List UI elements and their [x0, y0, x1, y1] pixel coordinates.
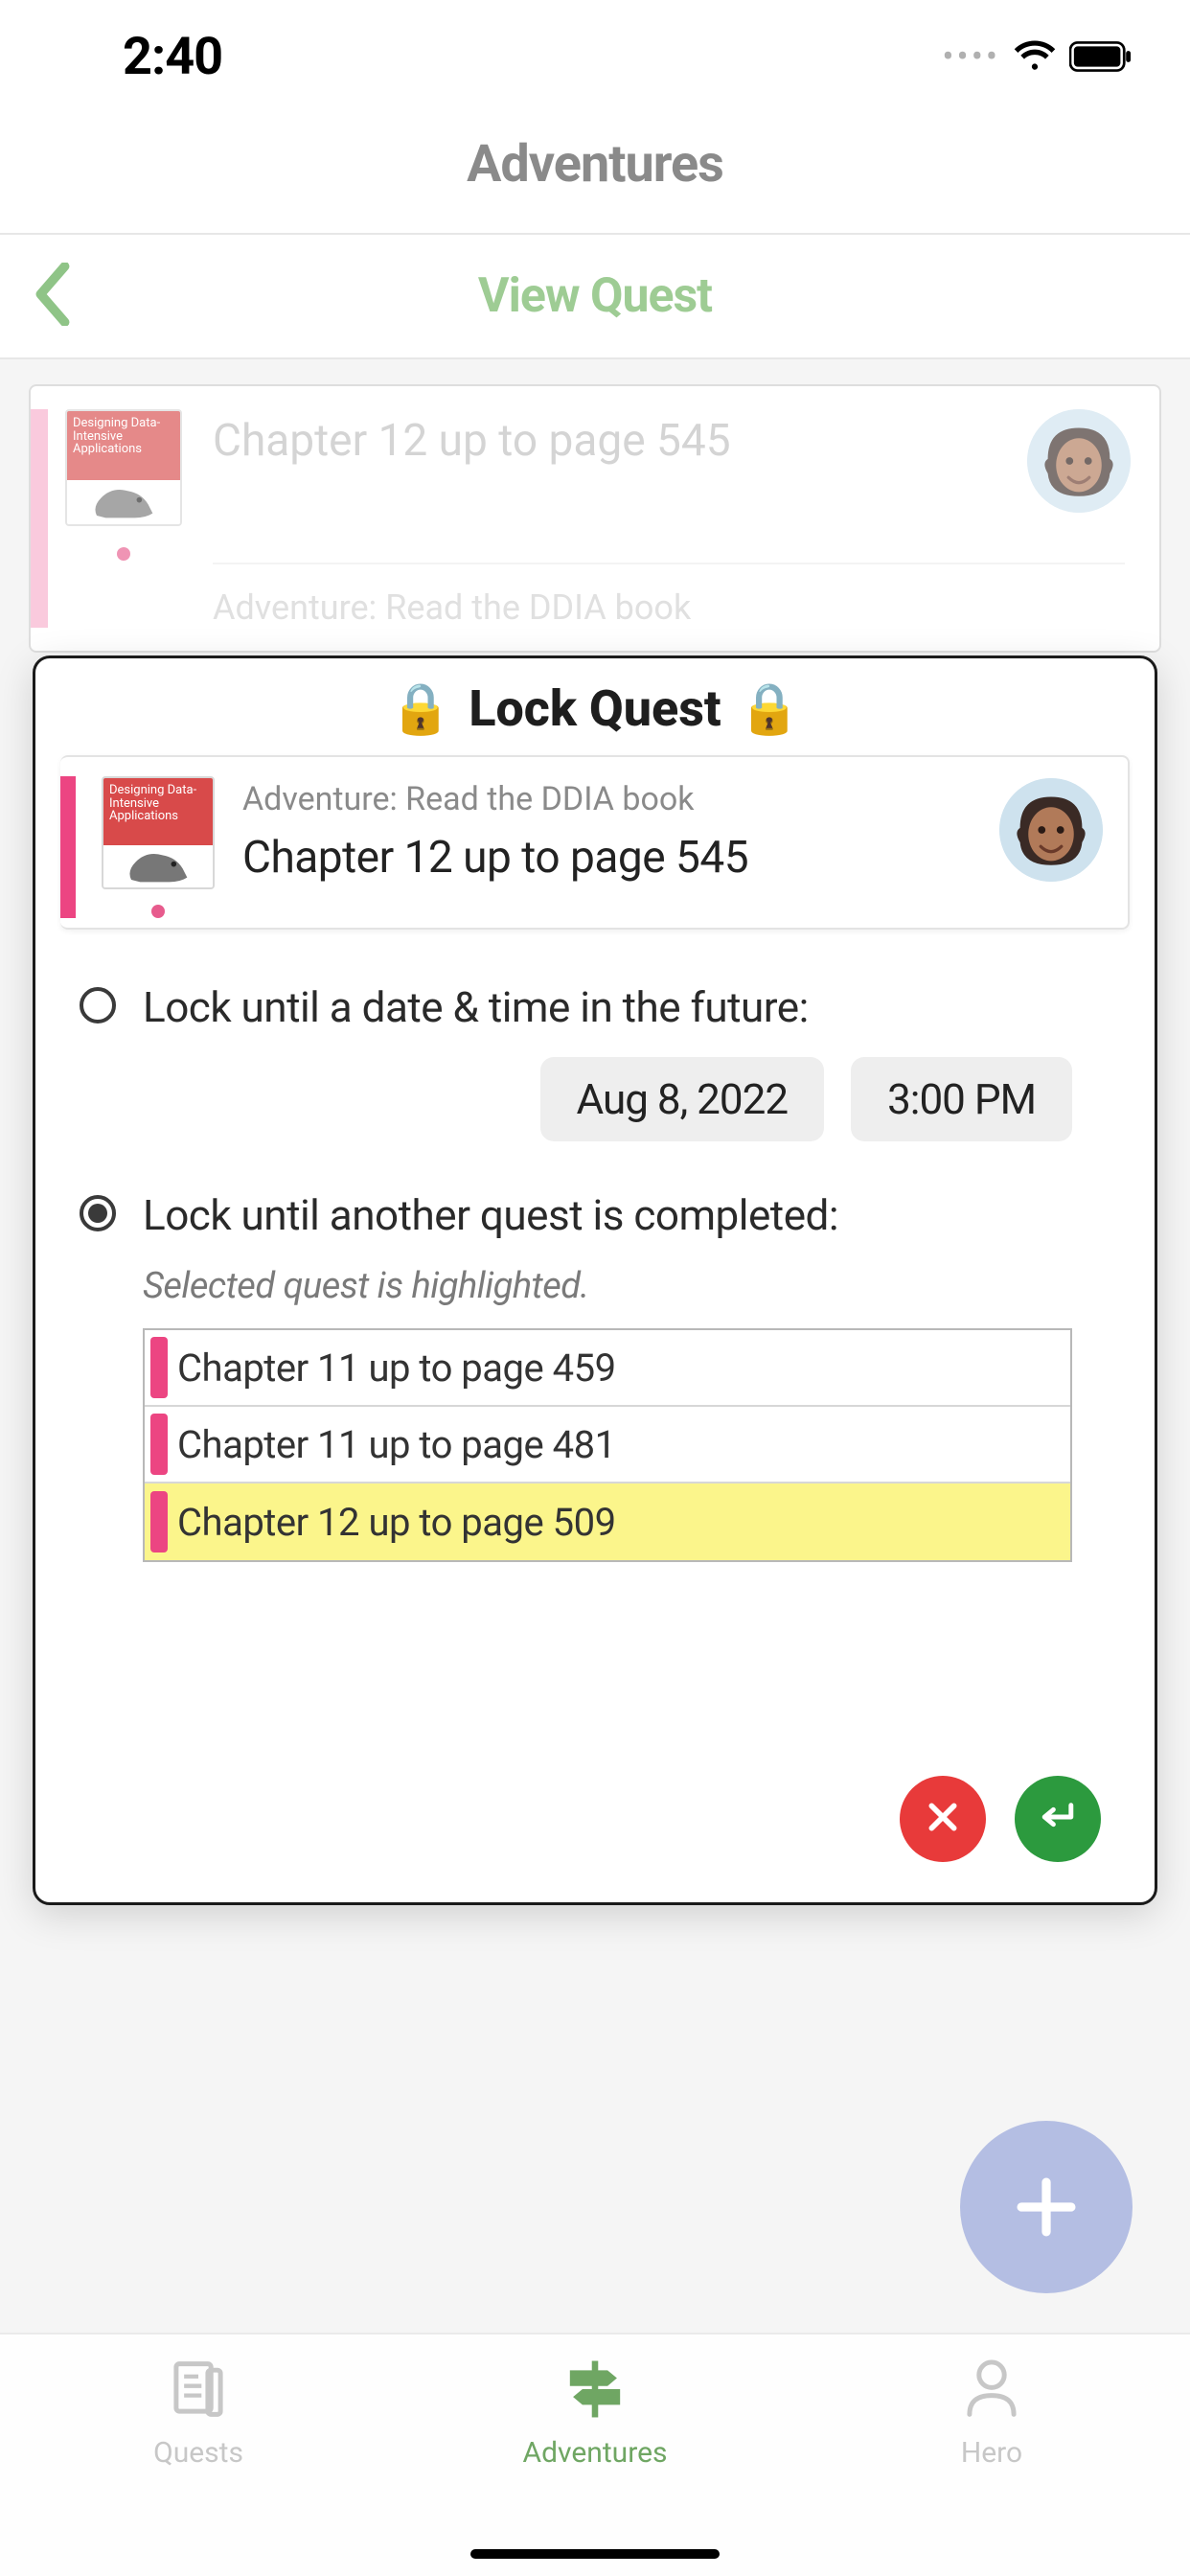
enter-arrow-icon: [1036, 1798, 1080, 1840]
tab-quests-label: Quests: [153, 2436, 243, 2470]
person-icon: [963, 2358, 1020, 2425]
item-label: Chapter 11 up to page 459: [177, 1346, 616, 1391]
status-time: 2:40: [123, 27, 222, 87]
quest-card-background: Designing Data-Intensive Applications Ch…: [29, 384, 1161, 653]
tab-bar: Quests Adventures Hero: [0, 2333, 1190, 2576]
quest-list-item-selected[interactable]: Chapter 12 up to page 509: [145, 1484, 1070, 1560]
option-quest-label: Lock until another quest is completed:: [143, 1189, 838, 1242]
quest-list-item[interactable]: Chapter 11 up to page 459: [145, 1330, 1070, 1407]
lock-icon: 🔒: [390, 679, 452, 738]
fab-add-button[interactable]: [960, 2121, 1133, 2293]
modal-card-subtitle: Adventure: Read the DDIA book: [242, 780, 1103, 818]
modal-card-title: Chapter 12 up to page 545: [242, 832, 1103, 884]
tab-quests[interactable]: Quests: [0, 2358, 397, 2576]
dot-indicator: [117, 547, 130, 561]
modal-title-row: 🔒 Lock Quest 🔒: [60, 679, 1130, 738]
option-lock-until-date[interactable]: Lock until a date & time in the future:: [80, 981, 1110, 1034]
tab-hero-label: Hero: [961, 2436, 1022, 2470]
document-icon: [167, 2358, 230, 2425]
option-date-label: Lock until a date & time in the future:: [143, 981, 809, 1034]
time-picker-button[interactable]: 3:00 PM: [851, 1057, 1072, 1141]
tab-adventures[interactable]: Adventures: [397, 2358, 793, 2576]
thumb-label: Designing Data-Intensive Applications: [103, 778, 213, 845]
quest-list-item[interactable]: Chapter 11 up to page 481: [145, 1407, 1070, 1484]
item-accent: [150, 1414, 168, 1475]
quest-title-bg: Chapter 12 up to page 545: [213, 415, 1125, 467]
item-label: Chapter 12 up to page 509: [177, 1500, 616, 1545]
signpost-icon: [561, 2358, 629, 2425]
item-label: Chapter 11 up to page 481: [177, 1422, 616, 1467]
wifi-icon: [1014, 40, 1056, 73]
quest-separator: [213, 563, 1125, 564]
dot-indicator: [151, 905, 165, 918]
modal-card-accent: [60, 776, 76, 918]
quest-thumb-col: Designing Data-Intensive Applications: [48, 409, 182, 628]
cellular-dots-icon: ••••: [942, 36, 1000, 77]
option-lock-until-quest[interactable]: Lock until another quest is completed:: [80, 1189, 1110, 1242]
lock-icon: 🔒: [739, 679, 801, 738]
option-quest-hint: Selected quest is highlighted.: [143, 1265, 1110, 1307]
item-accent: [150, 1337, 168, 1398]
back-icon[interactable]: [33, 263, 71, 330]
modal-quest-card: Designing Data-Intensive Applications Ad…: [60, 755, 1130, 930]
confirm-button[interactable]: [1015, 1776, 1101, 1862]
book-thumb-icon: Designing Data-Intensive Applications: [102, 776, 215, 889]
avatar: [999, 778, 1103, 882]
quest-card-accent: [31, 409, 48, 628]
radio-checked-icon[interactable]: [80, 1195, 116, 1231]
battery-icon: [1069, 41, 1133, 72]
tab-hero[interactable]: Hero: [793, 2358, 1190, 2576]
view-quest-header: View Quest: [0, 235, 1190, 359]
modal-title-text: Lock Quest: [469, 679, 721, 738]
close-icon: [924, 1798, 962, 1840]
thumb-graphic: [67, 480, 180, 524]
page-title: View Quest: [478, 268, 712, 324]
cancel-button[interactable]: [900, 1776, 986, 1862]
thumb-graphic: [103, 845, 213, 887]
book-thumb-icon: Designing Data-Intensive Applications: [65, 409, 182, 526]
app-title: Adventures: [0, 105, 1190, 233]
item-accent: [150, 1491, 168, 1552]
avatar: [1027, 409, 1131, 513]
quest-subtitle-bg: Adventure: Read the DDIA book: [213, 587, 1125, 628]
lock-quest-modal: 🔒 Lock Quest 🔒 Designing Data-Intensive …: [33, 656, 1157, 1905]
thumb-label: Designing Data-Intensive Applications: [67, 411, 180, 480]
status-bar: 2:40 ••••: [0, 0, 1190, 105]
quest-select-list: Chapter 11 up to page 459 Chapter 11 up …: [143, 1328, 1072, 1562]
status-right: ••••: [942, 36, 1133, 77]
radio-unchecked-icon[interactable]: [80, 987, 116, 1024]
date-picker-button[interactable]: Aug 8, 2022: [540, 1057, 825, 1141]
tab-adventures-label: Adventures: [523, 2436, 668, 2470]
home-indicator: [470, 2549, 720, 2559]
